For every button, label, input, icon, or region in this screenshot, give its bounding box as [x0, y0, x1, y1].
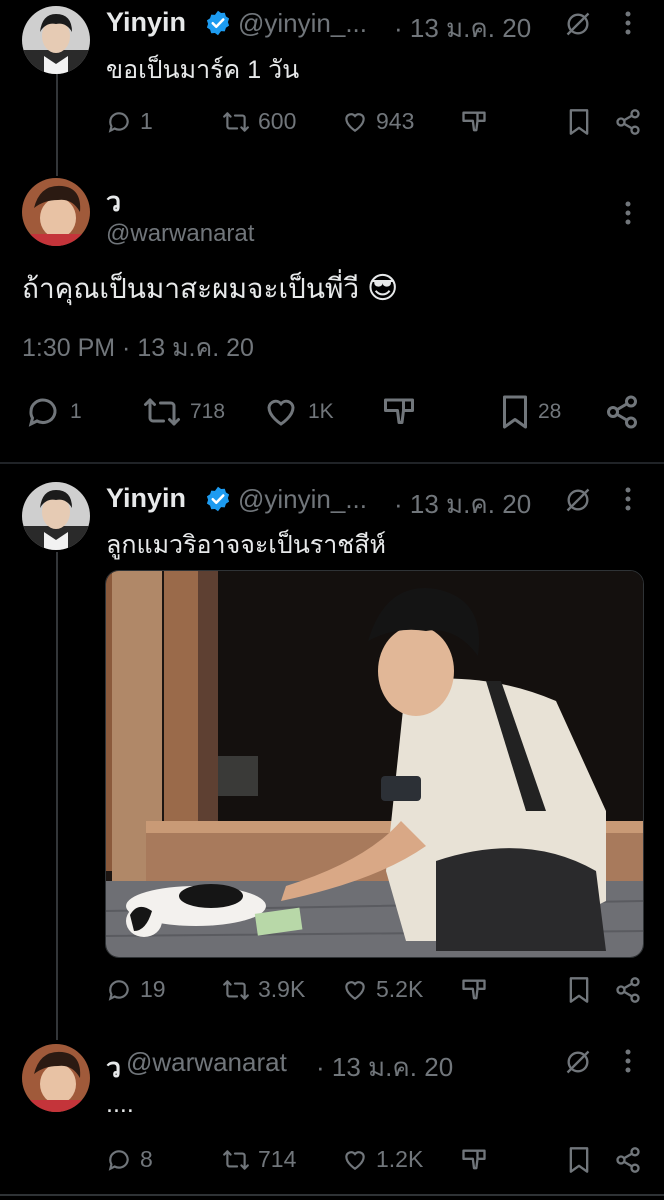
avatar[interactable] [22, 6, 90, 74]
reply-button[interactable]: 1 [24, 394, 82, 430]
share-icon[interactable] [614, 1146, 642, 1179]
like-count: 5.2K [376, 976, 424, 1002]
timestamp[interactable]: 1:30 PM · 13 ม.ค. 20 [22, 328, 254, 368]
retweet-button[interactable]: 714 [222, 1146, 296, 1173]
more-icon[interactable] [624, 200, 632, 231]
more-icon[interactable] [624, 10, 632, 41]
avatar[interactable] [22, 482, 90, 550]
display-name[interactable]: Yinyin [106, 483, 186, 514]
share-icon[interactable] [604, 394, 640, 435]
retweet-icon [223, 979, 249, 1000]
reply-button[interactable]: 8 [106, 1146, 153, 1173]
retweet-icon [144, 398, 180, 426]
tweet-text: ถ้าคุณเป็นมาสะผมจะเป็นพี่วี 😎 [22, 267, 398, 311]
reply-count: 1 [140, 108, 153, 134]
retweet-button[interactable]: 3.9K [222, 976, 305, 1003]
bookmark-icon[interactable] [568, 1146, 590, 1179]
thread-line [56, 552, 58, 1040]
handle[interactable]: @warwanarat [126, 1047, 287, 1078]
more-icon[interactable] [624, 486, 632, 517]
reply-count: 8 [140, 1146, 153, 1172]
tweet-text: ขอเป็นมาร์ค 1 วัน [106, 56, 300, 84]
heart-icon [345, 112, 365, 132]
retweet-button[interactable]: 600 [222, 108, 296, 135]
retweet-count: 3.9K [258, 976, 306, 1002]
verified-badge-icon [204, 9, 232, 42]
dislike-icon[interactable] [460, 1146, 488, 1179]
display-name[interactable]: ว [106, 180, 121, 223]
reply-icon [28, 398, 57, 427]
avatar[interactable] [22, 178, 90, 246]
retweet-count: 714 [258, 1146, 297, 1172]
like-button[interactable]: 1.2K [342, 1146, 423, 1173]
retweet-count: 718 [190, 400, 226, 423]
reply-button[interactable]: 19 [106, 976, 166, 1003]
bookmark-icon[interactable] [568, 976, 590, 1009]
tweet-text-content: ถ้าคุณเป็นมาสะผมจะเป็นพี่วี [22, 273, 360, 304]
retweet-icon [223, 111, 249, 132]
more-icon[interactable] [624, 1048, 632, 1079]
divider [0, 1194, 664, 1196]
bookmark-count: 28 [538, 400, 562, 423]
bookmark-button[interactable]: 28 [500, 394, 561, 430]
retweet-button[interactable]: 718 [142, 394, 225, 430]
retweet-icon [223, 1149, 249, 1170]
timestamp[interactable]: · 13 ม.ค. 20 [394, 8, 531, 49]
thread-line [56, 74, 58, 176]
reply-count: 19 [140, 976, 166, 1002]
heart-icon [345, 980, 365, 1000]
tweet-text: .... [106, 1090, 134, 1118]
bookmark-icon[interactable] [568, 108, 590, 141]
handle[interactable]: @yinyin_... [238, 8, 367, 39]
sunglasses-emoji-icon: 😎 [366, 272, 399, 305]
share-icon[interactable] [614, 108, 642, 141]
dislike-icon[interactable] [380, 394, 418, 435]
grok-icon[interactable] [564, 1048, 592, 1081]
bookmark-icon [503, 395, 527, 429]
timestamp[interactable]: · 13 ม.ค. 20 [394, 484, 531, 525]
reply-icon [108, 111, 129, 133]
reply-count: 1 [70, 400, 82, 423]
avatar[interactable] [22, 1044, 90, 1112]
reply-button[interactable]: 1 [106, 108, 153, 135]
like-count: 1.2K [376, 1146, 424, 1172]
heart-icon [267, 399, 295, 426]
like-count: 943 [376, 108, 415, 134]
dislike-icon[interactable] [460, 108, 488, 141]
reply-icon [108, 1149, 129, 1171]
verified-badge-icon [204, 485, 232, 518]
share-icon[interactable] [614, 976, 642, 1009]
reply-icon [108, 979, 129, 1001]
dislike-icon[interactable] [460, 976, 488, 1009]
heart-icon [345, 1150, 365, 1170]
grok-icon[interactable] [564, 10, 592, 43]
timestamp[interactable]: · 13 ม.ค. 20 [316, 1047, 453, 1088]
handle[interactable]: @warwanarat [106, 220, 254, 248]
like-button[interactable]: 1K [262, 394, 334, 430]
like-button[interactable]: 5.2K [342, 976, 423, 1003]
grok-icon[interactable] [564, 486, 592, 519]
divider [0, 462, 664, 464]
retweet-count: 600 [258, 108, 297, 134]
tweet-photo[interactable] [105, 570, 644, 958]
like-button[interactable]: 943 [342, 108, 414, 135]
handle[interactable]: @yinyin_... [238, 484, 367, 515]
like-count: 1K [308, 400, 334, 423]
display-name[interactable]: ว [106, 1046, 121, 1089]
tweet-text: ลูกแมวริอาจจะเป็นราชสีห์ [106, 531, 386, 559]
display-name[interactable]: Yinyin [106, 7, 186, 38]
